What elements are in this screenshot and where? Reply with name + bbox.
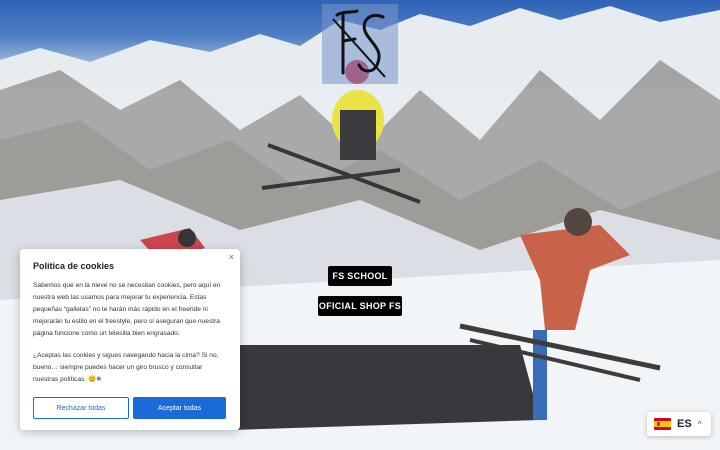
close-icon[interactable]: × [229, 252, 234, 262]
spain-flag-icon [654, 418, 671, 430]
official-shop-button[interactable]: OFICIAL SHOP FS [318, 296, 402, 316]
fs-school-button[interactable]: FS SCHOOL [328, 266, 392, 286]
accept-all-button[interactable]: Aceptar todas [133, 397, 226, 419]
language-selector[interactable]: ES ^ [647, 412, 711, 436]
fs-logo[interactable] [322, 4, 398, 84]
language-code: ES [677, 418, 692, 430]
cookie-dialog: × Política de cookies Sabemos que en la … [20, 249, 240, 430]
fs-logo-icon [332, 9, 386, 78]
cookie-paragraph-2: ¿Aceptas las cookies y sigues navegando … [33, 352, 219, 383]
cookie-paragraph-1: Sabemos que en la nieve no se necesitan … [33, 282, 221, 337]
cookie-actions: Rechazar todas Aceptar todas [33, 397, 227, 419]
reject-all-button[interactable]: Rechazar todas [33, 397, 129, 419]
cookie-title: Política de cookies [33, 261, 115, 271]
chevron-up-icon: ^ [697, 419, 702, 429]
